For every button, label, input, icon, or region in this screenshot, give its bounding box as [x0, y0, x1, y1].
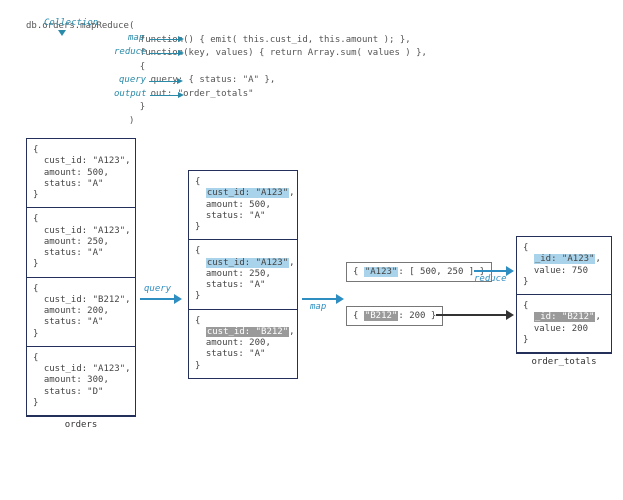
code-line: query: { status: "A" }, [26, 74, 615, 88]
orders-collection: { cust_id: "A123", amount: 500, status: … [26, 138, 136, 417]
label-output: output [114, 89, 147, 99]
doc: { cust_id: "A123", amount: 500, status: … [189, 171, 297, 240]
diagram: { cust_id: "A123", amount: 500, status: … [8, 138, 615, 458]
mapped-a: { "A123": [ 500, 250 ] } [346, 262, 492, 282]
code-line: } [26, 101, 615, 115]
code-line: db.orders.mapReduce( [26, 20, 615, 34]
doc: { cust_id: "A123", amount: 250, status: … [189, 240, 297, 309]
code-line: function() { emit( this.cust_id, this.am… [26, 34, 615, 48]
doc: { _id: "B212", value: 200 } [517, 295, 611, 353]
code-line: ) [26, 115, 615, 129]
doc: { cust_id: "A123", amount: 500, status: … [27, 139, 135, 208]
stage-map: map [310, 302, 326, 312]
arrow-map [302, 298, 338, 300]
orders-title: orders [27, 420, 135, 430]
label-query: query [119, 75, 146, 85]
arrow-reduce-a [474, 270, 508, 272]
label-reduce: reduce [114, 47, 147, 57]
doc: { cust_id: "A123", amount: 250, status: … [27, 208, 135, 277]
doc: { _id: "A123", value: 750 } [517, 237, 611, 295]
result-collection: { _id: "A123", value: 750 } { _id: "B212… [516, 236, 612, 354]
doc: { cust_id: "A123", amount: 300, status: … [27, 347, 135, 416]
doc: { cust_id: "B212", amount: 200, status: … [189, 310, 297, 378]
arrow-query [140, 298, 176, 300]
stage-reduce: reduce [474, 274, 507, 284]
label-map: map [128, 33, 144, 43]
result-title: order_totals [517, 357, 611, 367]
label-collection: Collection [44, 18, 98, 28]
filtered-collection: { cust_id: "A123", amount: 500, status: … [188, 170, 298, 379]
mapped-b: { "B212": 200 } [346, 306, 443, 326]
arrow-reduce-b [436, 314, 508, 316]
stage-query: query [144, 284, 171, 294]
code-line: { [26, 61, 615, 75]
doc: { cust_id: "B212", amount: 200, status: … [27, 278, 135, 347]
code-block: Collection map reduce query output db.or… [8, 20, 615, 128]
